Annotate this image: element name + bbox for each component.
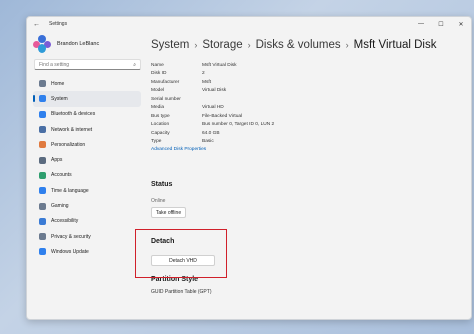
network-internet-icon	[39, 126, 46, 134]
title-bar: ← Settings — ☐ ✕	[27, 17, 471, 31]
sidebar-item-privacy-security[interactable]: Privacy & security	[33, 229, 141, 244]
sidebar-item-apps[interactable]: Apps	[33, 152, 141, 167]
windows-update-icon	[39, 248, 46, 256]
advanced-disk-properties-link[interactable]: Advanced Disk Properties	[151, 147, 274, 152]
sidebar-nav: Home System Bluetooth & devices Network & i…	[27, 76, 145, 260]
avatar	[33, 35, 51, 53]
property-value: Virtual HD	[202, 105, 224, 111]
breadcrumb: System › Storage › Disks & volumes › Msf…	[151, 31, 471, 59]
property-value: 64.0 GB	[202, 130, 220, 136]
status-text: Online	[151, 198, 166, 204]
breadcrumb-storage[interactable]: Storage	[202, 39, 242, 51]
sidebar-item-windows-update[interactable]: Windows Update	[33, 244, 141, 259]
sidebar-item-label: Accessibility	[51, 218, 79, 225]
property-row: Type Basic	[151, 138, 274, 147]
sidebar-item-label: Gaming	[51, 203, 69, 210]
time-language-icon	[39, 187, 46, 195]
sidebar-item-bluetooth-devices[interactable]: Bluetooth & devices	[33, 107, 141, 122]
property-row: Name Msft Virtual Disk	[151, 61, 274, 70]
chevron-right-icon: ›	[345, 40, 349, 50]
bluetooth-devices-icon	[39, 110, 46, 118]
sidebar-item-label: System	[51, 95, 68, 102]
property-key: Capacity	[151, 130, 170, 136]
breadcrumb-system[interactable]: System	[151, 39, 189, 51]
system-icon	[39, 95, 46, 103]
profile-name: Brandon LeBlanc	[57, 41, 100, 47]
sidebar-item-label: Bluetooth & devices	[51, 111, 96, 118]
take-offline-button[interactable]: Take offline	[151, 207, 186, 218]
status-title: Status	[151, 181, 173, 188]
page-title: Msft Virtual Disk	[353, 39, 437, 51]
home-icon	[39, 80, 46, 88]
app-title: Settings	[49, 21, 68, 27]
sidebar-item-network-internet[interactable]: Network & internet	[33, 122, 141, 137]
sidebar-item-accounts[interactable]: Accounts	[33, 168, 141, 183]
property-key: Manufacturer	[151, 79, 180, 85]
property-row: Serial number	[151, 95, 274, 104]
disk-properties: Name Msft Virtual Disk Disk ID 2 Manufacture…	[151, 61, 274, 152]
highlight-box	[135, 229, 227, 278]
property-key: Location	[151, 122, 170, 128]
back-arrow-icon[interactable]: ←	[33, 21, 43, 28]
search-icon[interactable]: ⌕	[133, 62, 136, 68]
property-row: Model Virtual Disk	[151, 87, 274, 96]
sidebar-item-gaming[interactable]: Gaming	[33, 198, 141, 213]
property-value: Msft Virtual Disk	[202, 62, 237, 68]
sidebar: Brandon LeBlanc ⌕ Home System Bluetooth & …	[27, 31, 145, 319]
sidebar-item-personalization[interactable]: Personalization	[33, 137, 141, 152]
property-value: Bus number 0, Target ID 0, LUN 2	[202, 122, 275, 128]
window-controls: — ☐ ✕	[411, 21, 471, 28]
property-value: Msft	[202, 79, 212, 85]
property-value: Basic	[202, 139, 214, 145]
chevron-right-icon: ›	[194, 40, 198, 50]
personalization-icon	[39, 141, 46, 149]
partition-style-text: GUID Partition Table (GPT)	[151, 289, 212, 295]
minimize-icon[interactable]: —	[411, 21, 431, 28]
close-icon[interactable]: ✕	[451, 21, 471, 28]
search-input[interactable]	[39, 61, 134, 68]
property-key: Type	[151, 139, 162, 145]
property-row: Bus type File-Backed Virtual	[151, 112, 274, 121]
sidebar-item-label: Home	[51, 80, 65, 87]
property-value: File-Backed Virtual	[202, 113, 243, 119]
sidebar-item-label: Accounts	[51, 172, 72, 179]
sidebar-item-label: Windows Update	[51, 248, 89, 255]
property-row: Location Bus number 0, Target ID 0, LUN 2	[151, 121, 274, 130]
gaming-icon	[39, 202, 46, 210]
sidebar-item-time-language[interactable]: Time & language	[33, 183, 141, 198]
search-box[interactable]: ⌕	[34, 59, 141, 70]
property-row: Manufacturer Msft	[151, 78, 274, 87]
chevron-right-icon: ›	[247, 40, 251, 50]
sidebar-item-accessibility[interactable]: Accessibility	[33, 214, 141, 229]
sidebar-item-label: Time & language	[51, 187, 89, 194]
sidebar-item-label: Personalization	[51, 141, 86, 148]
privacy-security-icon	[39, 233, 46, 241]
property-key: Serial number	[151, 96, 181, 102]
apps-icon	[39, 156, 46, 164]
breadcrumb-disks-volumes[interactable]: Disks & volumes	[256, 39, 341, 51]
sidebar-item-system[interactable]: System	[33, 91, 141, 107]
sidebar-item-label: Privacy & security	[51, 233, 91, 240]
property-key: Model	[151, 88, 165, 94]
sidebar-item-home[interactable]: Home	[33, 76, 141, 91]
accounts-icon	[39, 171, 46, 179]
sidebar-item-label: Network & internet	[51, 126, 93, 133]
sidebar-item-label: Apps	[51, 157, 63, 164]
property-row: Disk ID 2	[151, 70, 274, 79]
property-value: 2	[202, 71, 205, 77]
property-key: Name	[151, 62, 164, 68]
accessibility-icon	[39, 217, 46, 225]
profile[interactable]: Brandon LeBlanc	[27, 31, 145, 59]
maximize-icon[interactable]: ☐	[431, 21, 451, 28]
property-row: Capacity 64.0 GB	[151, 129, 274, 138]
settings-window: ← Settings — ☐ ✕ Brandon LeBlanc ⌕ Home S…	[26, 16, 472, 320]
property-value: Virtual Disk	[202, 88, 227, 94]
property-key: Media	[151, 105, 165, 111]
property-key: Disk ID	[151, 71, 167, 77]
property-key: Bus type	[151, 113, 170, 119]
property-row: Media Virtual HD	[151, 104, 274, 113]
